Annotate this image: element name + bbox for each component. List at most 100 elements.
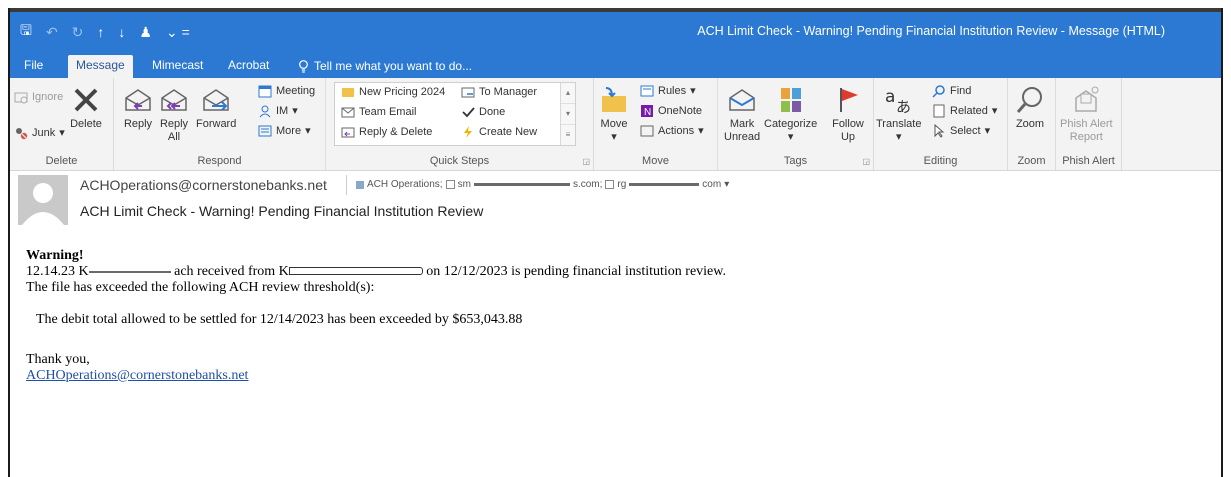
tab-mimecast[interactable]: Mimecast: [144, 55, 211, 78]
delete-button[interactable]: Delete: [70, 84, 102, 131]
meeting-label: Meeting: [276, 85, 316, 97]
actions-button[interactable]: Actions ▾: [640, 124, 704, 138]
reply-button[interactable]: Reply: [122, 84, 154, 131]
folder-arrow-icon: [341, 85, 355, 99]
more-respond-button[interactable]: More ▾: [258, 124, 311, 138]
to-manager-label: To Manager: [479, 86, 538, 98]
forward-button[interactable]: Forward: [196, 84, 236, 131]
previous-item-icon[interactable]: ↑: [97, 24, 104, 40]
svg-text:あ: あ: [896, 98, 911, 116]
warning-heading: Warning!: [26, 248, 84, 263]
customize-qat-icon[interactable]: ⌄ =: [166, 24, 190, 41]
mail-icon: [341, 105, 355, 119]
redo-icon[interactable]: ↻: [72, 24, 84, 41]
meeting-button[interactable]: Meeting: [258, 84, 315, 98]
ignore-icon: [14, 90, 28, 104]
signature-email-link[interactable]: ACHOperations@cornerstonebanks.net: [26, 368, 248, 384]
categorize-button[interactable]: Categorize ▾: [764, 84, 817, 144]
tab-acrobat[interactable]: Acrobat: [220, 55, 277, 78]
junk-label: Junk: [32, 127, 56, 139]
body-line-2: The file has exceeded the following ACH …: [26, 280, 375, 295]
lightning-icon: [461, 125, 475, 139]
onenote-label: OneNote: [658, 105, 703, 117]
unread-mail-icon: [729, 89, 755, 111]
im-icon: [258, 104, 272, 118]
related-label: Related: [950, 105, 988, 117]
recipients-dropdown-icon[interactable]: ▾: [724, 179, 729, 190]
related-dropdown-icon: ▾: [991, 105, 998, 117]
scroll-up-icon[interactable]: ▴: [561, 83, 575, 104]
quick-steps-scroll[interactable]: ▴ ▾ ≡: [560, 83, 575, 145]
recipients-line[interactable]: ACH Operations; sm s.com; rg com ▾: [356, 179, 729, 190]
recipient-2-suffix: com: [702, 179, 722, 190]
zoom-label: Zoom: [1015, 118, 1045, 130]
message-header: ACHOperations@cornerstonebanks.net ACH O…: [10, 171, 1221, 231]
next-item-icon[interactable]: ↓: [118, 24, 125, 40]
mark-unread-label-1: Mark: [729, 118, 755, 130]
im-button[interactable]: IM ▾: [258, 104, 298, 118]
move-button[interactable]: Move ▾: [598, 84, 630, 144]
window-title: ACH Limit Check - Warning! Pending Finan…: [697, 24, 1165, 38]
quick-step-to-manager[interactable]: To Manager: [461, 85, 537, 99]
gallery-expand-icon[interactable]: ≡: [561, 125, 575, 145]
svg-text:N: N: [644, 107, 651, 118]
person-silhouette-icon: [22, 183, 64, 225]
related-button[interactable]: Related ▾: [932, 104, 997, 118]
delete-x-icon: [74, 88, 98, 112]
translate-label: Translate: [876, 118, 922, 130]
find-button[interactable]: Find: [932, 84, 971, 98]
redaction-bar: [88, 270, 171, 273]
editing-group: aあ Translate ▾ Find Related ▾ Select ▾ Edi…: [874, 78, 1008, 170]
translate-icon: aあ: [885, 87, 911, 116]
sender-address[interactable]: ACHOperations@cornerstonebanks.net: [80, 177, 327, 193]
quick-step-team-email[interactable]: Team Email: [341, 105, 416, 119]
reply-all-button[interactable]: Reply All: [158, 84, 190, 144]
tags-launcher-icon[interactable]: ◲: [862, 157, 870, 166]
quick-steps-launcher-icon[interactable]: ◲: [582, 157, 590, 166]
phish-alert-label-2: Report: [1069, 131, 1103, 143]
junk-dropdown-icon: ▾: [59, 127, 65, 139]
quick-steps-group: New Pricing 2024 To Manager Team Email D…: [326, 78, 594, 170]
move-group-label: Move: [642, 155, 669, 167]
select-button[interactable]: Select ▾: [932, 123, 990, 138]
closing-text: Thank you,: [26, 352, 90, 367]
mark-unread-button[interactable]: Mark Unread: [724, 84, 760, 144]
phish-alert-report-button[interactable]: Phish Alert Report: [1060, 84, 1113, 144]
quick-step-new-pricing[interactable]: New Pricing 2024: [341, 85, 445, 99]
tab-file[interactable]: File: [16, 55, 51, 78]
onenote-button[interactable]: N OneNote: [640, 104, 702, 118]
recipient-2-prefix: rg: [617, 179, 627, 190]
undo-icon[interactable]: ↶: [46, 24, 58, 41]
checkmark-icon: [461, 105, 475, 119]
junk-button[interactable]: Junk ▾: [14, 126, 65, 140]
tell-me-box[interactable]: Tell me what you want to do...: [290, 55, 480, 78]
quick-step-done[interactable]: Done: [461, 105, 505, 119]
outlook-message-window: 🖫 ↶ ↻ ↑ ↓ ♟ ⌄ = ACH Limit Check - Warnin…: [8, 8, 1223, 477]
phish-alert-label-1: Phish Alert: [1060, 118, 1113, 130]
rules-label: Rules: [658, 85, 687, 97]
translate-button[interactable]: aあ Translate ▾: [876, 84, 921, 144]
reply-all-label-2: All: [167, 131, 181, 143]
quick-step-reply-delete[interactable]: Reply & Delete: [341, 125, 432, 139]
phish-alert-group-label: Phish Alert: [1062, 155, 1115, 167]
quick-access-toolbar: 🖫 ↶ ↻ ↑ ↓ ♟ ⌄ =: [20, 20, 190, 44]
zoom-button[interactable]: Zoom: [1014, 84, 1046, 131]
actions-label: Actions: [658, 125, 695, 137]
follow-up-button[interactable]: Follow Up: [832, 84, 864, 144]
person-icon[interactable]: ♟: [139, 24, 152, 41]
ribbon: Ignore Junk ▾ Delete Delete Reply Reply A…: [10, 78, 1221, 171]
im-dropdown-icon: ▾: [292, 105, 298, 117]
redaction-bar: [473, 183, 570, 186]
ignore-button[interactable]: Ignore: [14, 90, 63, 104]
scroll-down-icon[interactable]: ▾: [561, 104, 575, 125]
rules-button[interactable]: Rules ▾: [640, 84, 696, 98]
rules-icon: [640, 84, 654, 98]
quick-step-create-new[interactable]: Create New: [461, 125, 537, 139]
tab-message[interactable]: Message: [68, 55, 133, 78]
to-group-label: ACH Operations;: [367, 179, 443, 190]
more-label: More: [276, 125, 302, 137]
more-dropdown-icon: ▾: [305, 125, 311, 137]
body-line-1: 12.14.23 K ach received from K on 12/12/…: [26, 264, 726, 280]
save-icon[interactable]: 🖫: [20, 20, 32, 44]
respond-group: Reply Reply All Forward Meeting IM ▾ Mor…: [114, 78, 326, 170]
